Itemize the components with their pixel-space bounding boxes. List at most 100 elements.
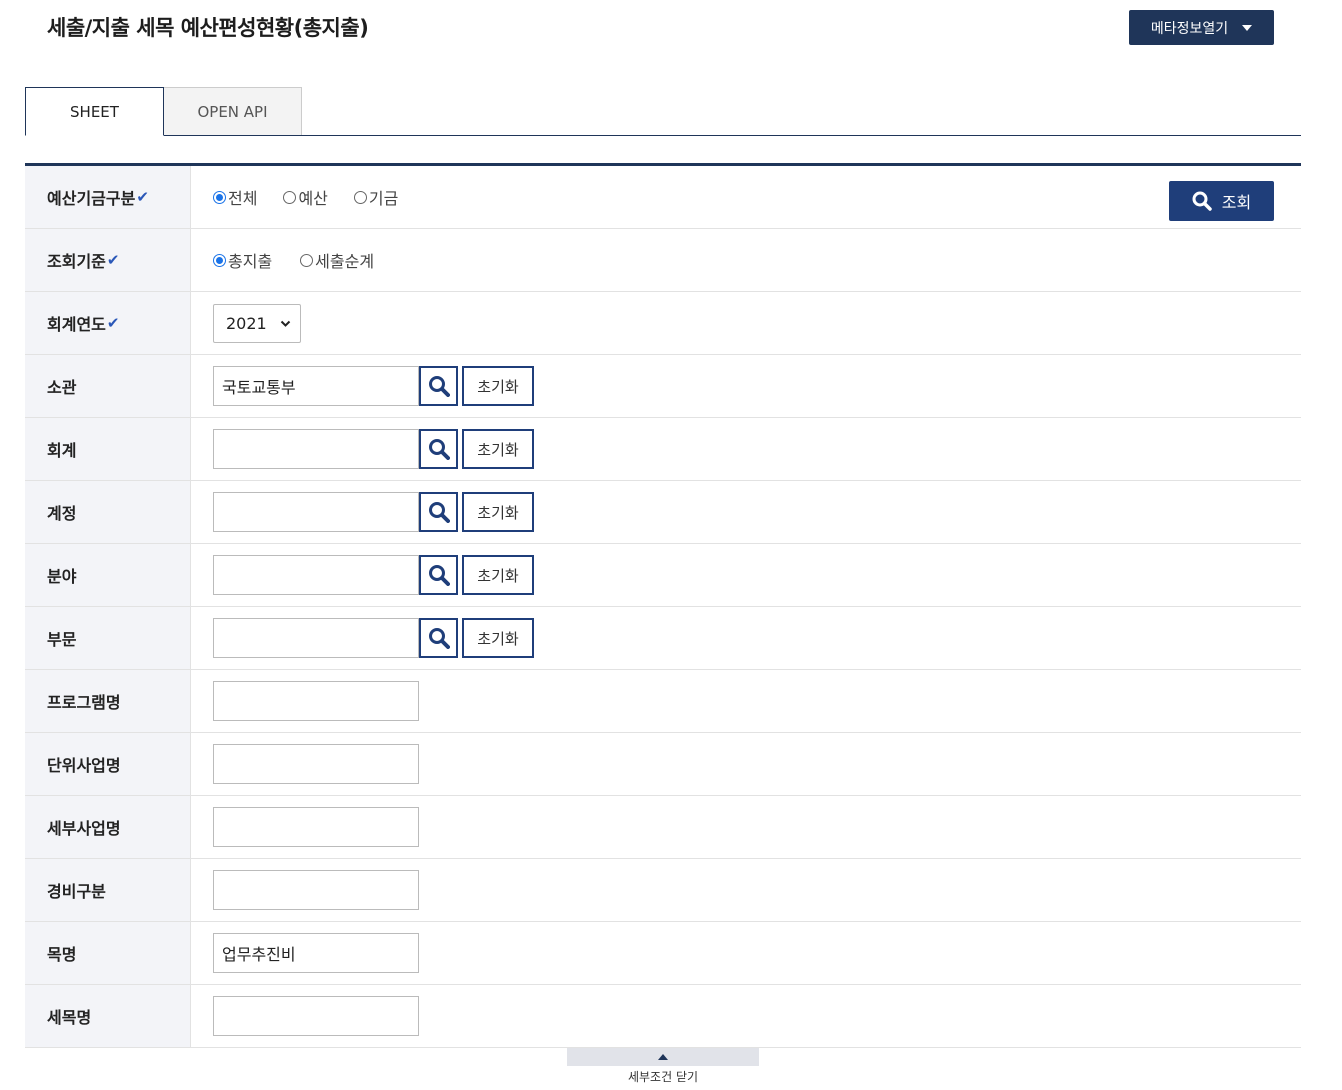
budget-fund-radio-group: 전체 예산 기금: [213, 185, 398, 209]
radio-basis-total[interactable]: 총지출: [213, 248, 272, 272]
form-row-unit-project: 단위사업명: [25, 733, 1301, 796]
sector-lookup-button[interactable]: [419, 618, 458, 658]
radio-budget-fund-fund[interactable]: 기금: [353, 185, 399, 209]
fiscal-year-select[interactable]: 2021: [213, 303, 301, 343]
item-label: 목명: [25, 922, 191, 984]
form-row-budget-fund: 예산기금구분 ✔ 전체 예산 기금 조회: [25, 166, 1301, 229]
budget-fund-label: 예산기금구분 ✔: [25, 166, 191, 228]
basis-value: 총지출 세출순계: [191, 229, 1301, 291]
tab-open-api[interactable]: OPEN API: [163, 87, 302, 135]
radio-label: 세출순계: [315, 252, 375, 271]
sub-item-input[interactable]: [213, 996, 419, 1036]
form-row-expense-type: 경비구분: [25, 859, 1301, 922]
ministry-input[interactable]: [213, 366, 419, 406]
field-input[interactable]: [213, 555, 419, 595]
meta-info-button[interactable]: 메타정보열기: [1129, 10, 1274, 45]
detail-project-input[interactable]: [213, 807, 419, 847]
required-check-icon: ✔: [106, 251, 120, 269]
form-row-account: 회계 초기화: [25, 418, 1301, 481]
meta-info-label: 메타정보열기: [1150, 20, 1229, 37]
form-row-item: 목명: [25, 922, 1301, 985]
search-icon: [1192, 191, 1212, 211]
radio-unchecked-icon[interactable]: [353, 190, 367, 204]
radio-basis-net[interactable]: 세출순계: [300, 248, 374, 272]
sector-reset-button[interactable]: 초기화: [462, 618, 534, 658]
search-form: 예산기금구분 ✔ 전체 예산 기금 조회 조회기준 ✔ 총지출 세출순계 회계연…: [25, 163, 1301, 1048]
tab-underline: [25, 135, 1301, 136]
basis-label: 조회기준 ✔: [25, 229, 191, 291]
fiscal-year-label: 회계연도 ✔: [25, 292, 191, 354]
form-row-fiscal-year: 회계연도 ✔ 2021: [25, 292, 1301, 355]
form-row-sector: 부문 초기화: [25, 607, 1301, 670]
required-check-icon: ✔: [106, 314, 120, 332]
sub-account-input[interactable]: [213, 492, 419, 532]
radio-unchecked-icon[interactable]: [283, 190, 297, 204]
item-input[interactable]: [213, 933, 419, 973]
radio-label: 기금: [368, 189, 399, 208]
search-icon: [428, 565, 450, 586]
detail-project-value: [191, 796, 1301, 858]
program-value: [191, 670, 1301, 732]
sub-item-label: 세목명: [25, 985, 191, 1047]
expense-type-input[interactable]: [213, 870, 419, 910]
radio-checked-icon[interactable]: [213, 190, 226, 204]
program-label: 프로그램명: [25, 670, 191, 732]
item-value: [191, 922, 1301, 984]
form-row-basis: 조회기준 ✔ 총지출 세출순계: [25, 229, 1301, 292]
form-row-sub-account: 계정 초기화: [25, 481, 1301, 544]
ministry-reset-button[interactable]: 초기화: [462, 366, 534, 406]
unit-project-input[interactable]: [213, 744, 419, 784]
expense-type-value: [191, 859, 1301, 921]
budget-fund-value: 전체 예산 기금 조회: [191, 166, 1301, 228]
field-value: 초기화: [191, 544, 1301, 606]
radio-label: 전체: [228, 189, 258, 208]
sector-value: 초기화: [191, 607, 1301, 669]
ministry-lookup-button[interactable]: [419, 366, 458, 406]
fiscal-year-value: 2021: [191, 292, 1301, 354]
search-icon: [428, 502, 450, 523]
ministry-label: 소관: [25, 355, 191, 417]
program-input[interactable]: [213, 681, 419, 721]
search-button-label: 조회: [1221, 193, 1252, 212]
fiscal-year-selected: 2021: [226, 313, 267, 333]
search-button[interactable]: 조회: [1169, 181, 1274, 221]
close-details-toggle[interactable]: [567, 1048, 759, 1066]
fiscal-year-label-text: 회계연도: [47, 315, 106, 334]
sub-account-reset-button[interactable]: 초기화: [462, 492, 534, 532]
radio-unchecked-icon[interactable]: [300, 253, 314, 267]
account-lookup-button[interactable]: [419, 429, 458, 469]
account-reset-button[interactable]: 초기화: [462, 429, 534, 469]
page-title: 세출/지출 세목 예산편성현황(총지출): [47, 16, 369, 40]
form-row-ministry: 소관 초기화: [25, 355, 1301, 418]
form-row-detail-project: 세부사업명: [25, 796, 1301, 859]
unit-project-label: 단위사업명: [25, 733, 191, 795]
sub-account-label: 계정: [25, 481, 191, 543]
close-details-label[interactable]: 세부조건 닫기: [567, 1068, 759, 1085]
account-value: 초기화: [191, 418, 1301, 480]
account-input[interactable]: [213, 429, 419, 469]
detail-project-label: 세부사업명: [25, 796, 191, 858]
sub-account-lookup-button[interactable]: [419, 492, 458, 532]
tab-sheet[interactable]: SHEET: [25, 87, 164, 136]
expense-type-label: 경비구분: [25, 859, 191, 921]
radio-label: 총지출: [228, 252, 273, 271]
radio-budget-fund-all[interactable]: 전체: [213, 185, 257, 209]
field-reset-button[interactable]: 초기화: [462, 555, 534, 595]
sub-item-value: [191, 985, 1301, 1047]
caret-up-icon: [658, 1054, 668, 1060]
radio-budget-fund-budget[interactable]: 예산: [283, 185, 328, 209]
search-icon: [428, 628, 450, 649]
sub-account-value: 초기화: [191, 481, 1301, 543]
required-check-icon: ✔: [136, 188, 149, 206]
sector-input[interactable]: [213, 618, 419, 658]
form-row-program: 프로그램명: [25, 670, 1301, 733]
radio-checked-icon[interactable]: [213, 253, 226, 267]
unit-project-value: [191, 733, 1301, 795]
sector-label: 부문: [25, 607, 191, 669]
form-row-sub-item: 세목명: [25, 985, 1301, 1048]
field-lookup-button[interactable]: [419, 555, 458, 595]
chevron-down-icon: [280, 320, 291, 327]
ministry-value: 초기화: [191, 355, 1301, 417]
account-label: 회계: [25, 418, 191, 480]
basis-radio-group: 총지출 세출순계: [213, 248, 374, 272]
